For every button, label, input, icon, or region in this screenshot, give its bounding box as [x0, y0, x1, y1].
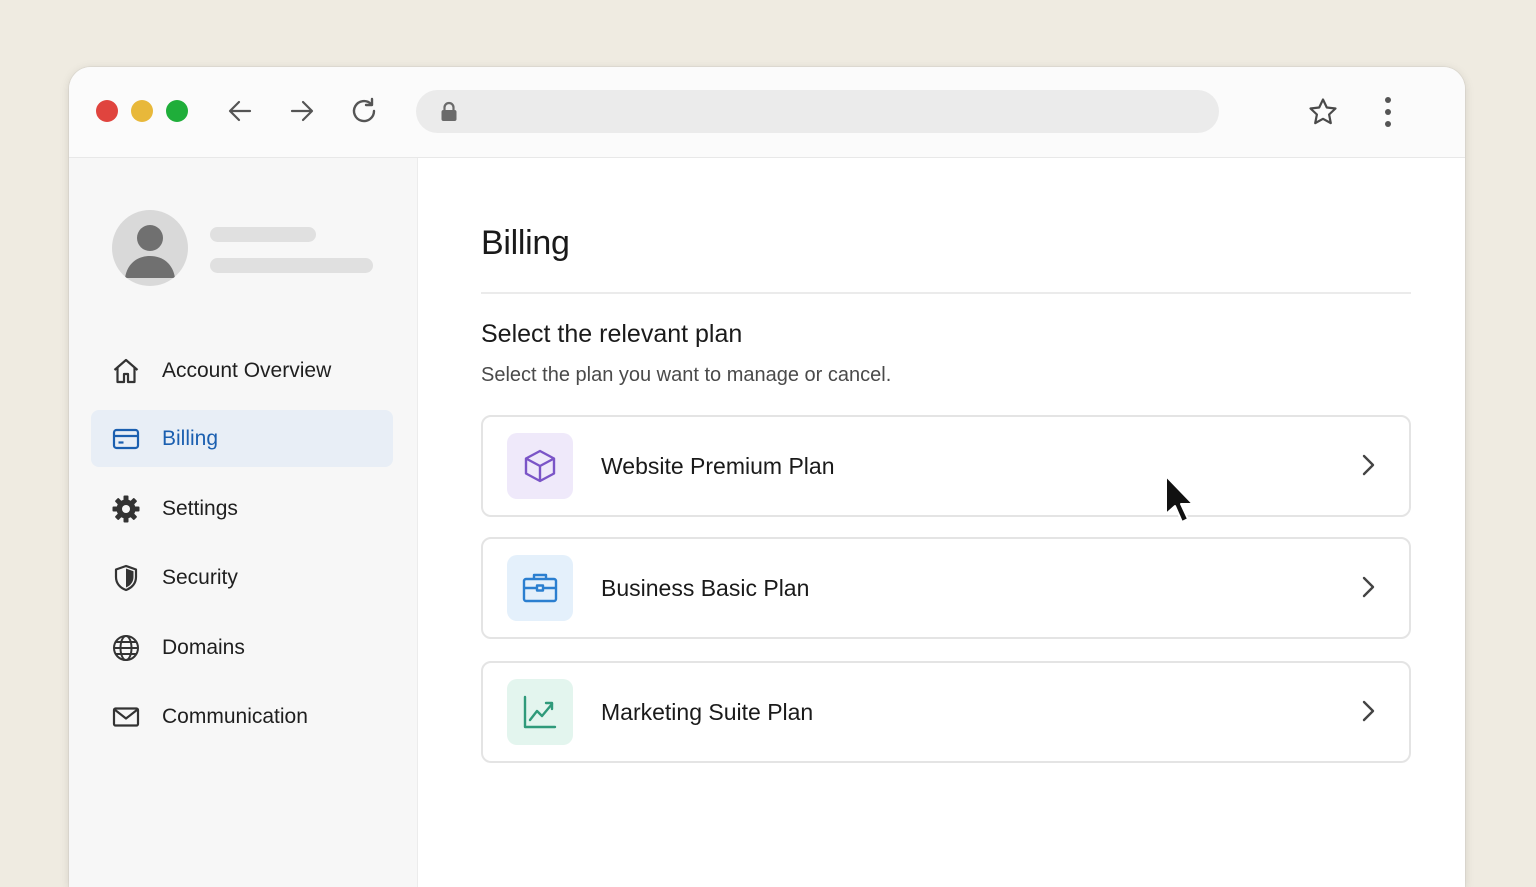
title-divider: [481, 292, 1411, 294]
close-window-button[interactable]: [96, 100, 118, 122]
reload-icon[interactable]: [348, 95, 380, 127]
trend-chart-icon: [507, 679, 573, 745]
chevron-right-icon: [1361, 699, 1375, 728]
sidebar-item-label: Settings: [162, 496, 238, 520]
sidebar-item-billing[interactable]: Billing: [91, 410, 393, 467]
browser-toolbar: [69, 67, 1465, 158]
forward-arrow-icon[interactable]: [286, 95, 318, 127]
credit-card-icon: [111, 424, 141, 454]
lock-icon: [440, 101, 458, 128]
email-placeholder: [210, 258, 373, 273]
username-placeholder: [210, 227, 316, 242]
avatar[interactable]: [112, 210, 188, 286]
sidebar-item-label: Domains: [162, 635, 245, 659]
minimize-window-button[interactable]: [131, 100, 153, 122]
back-arrow-icon[interactable]: [224, 95, 256, 127]
sidebar-item-communication[interactable]: Communication: [91, 688, 393, 745]
sidebar: Account Overview Billing Settings Securi…: [69, 158, 418, 887]
more-menu-icon[interactable]: [1372, 96, 1404, 128]
url-input[interactable]: [472, 90, 1196, 135]
user-silhouette-icon: [125, 225, 175, 278]
mouse-pointer-icon: [1164, 474, 1198, 531]
shield-icon: [111, 563, 141, 593]
sidebar-item-security[interactable]: Security: [91, 549, 393, 606]
globe-icon: [111, 633, 141, 663]
plan-label: Marketing Suite Plan: [601, 698, 814, 725]
sidebar-item-settings[interactable]: Settings: [91, 480, 393, 537]
main-content: Billing Select the relevant plan Select …: [418, 158, 1465, 887]
sidebar-item-label: Communication: [162, 704, 308, 728]
maximize-window-button[interactable]: [166, 100, 188, 122]
chevron-right-icon: [1361, 453, 1375, 482]
plan-card-business-basic[interactable]: Business Basic Plan: [481, 537, 1411, 639]
plan-card-website-premium[interactable]: Website Premium Plan: [481, 415, 1411, 517]
mail-icon: [111, 702, 141, 732]
cube-icon: [507, 433, 573, 499]
browser-window: Account Overview Billing Settings Securi…: [69, 67, 1465, 887]
section-subtitle: Select the plan you want to manage or ca…: [481, 364, 892, 386]
home-icon: [111, 356, 141, 386]
sidebar-item-label: Security: [162, 565, 238, 589]
sidebar-item-label: Account Overview: [162, 358, 332, 382]
sidebar-item-label: Billing: [162, 426, 219, 450]
chevron-right-icon: [1361, 575, 1375, 604]
sidebar-item-domains[interactable]: Domains: [91, 619, 393, 676]
section-title: Select the relevant plan: [481, 320, 743, 348]
address-bar[interactable]: [416, 90, 1219, 135]
page-title: Billing: [481, 224, 570, 262]
star-bookmark-icon[interactable]: [1307, 96, 1339, 128]
gear-icon: [111, 494, 141, 524]
briefcase-icon: [507, 555, 573, 621]
plan-card-marketing-suite[interactable]: Marketing Suite Plan: [481, 661, 1411, 763]
plan-label: Business Basic Plan: [601, 574, 810, 601]
sidebar-item-account-overview[interactable]: Account Overview: [91, 342, 393, 399]
plan-label: Website Premium Plan: [601, 452, 835, 479]
